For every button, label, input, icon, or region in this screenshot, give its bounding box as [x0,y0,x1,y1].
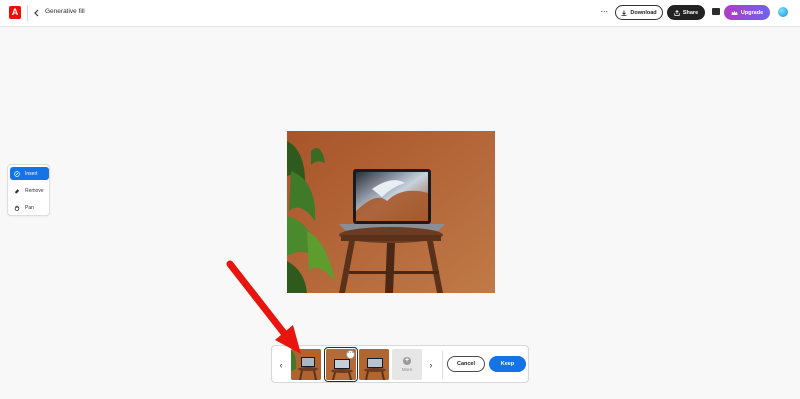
cancel-button[interactable]: Cancel [447,356,485,372]
plus-icon: + [403,357,411,365]
hand-icon [14,205,20,211]
page-title: Generative fill [45,8,85,15]
share-icon [674,9,680,16]
share-label: Share [682,9,699,16]
laptop-on-stool-photo [287,131,495,293]
more-variations-button[interactable]: + More [392,349,422,380]
download-icon [621,10,627,16]
tool-remove[interactable]: Remove [10,184,49,197]
more-variations-label: More [401,367,413,372]
tool-remove-label: Remove [25,187,44,194]
adobe-logo-icon[interactable]: A [9,6,21,19]
comment-icon[interactable] [712,8,720,15]
variations-bar: ‹ ··· + More › Cancel Keep [271,345,529,383]
insert-icon [14,170,20,177]
more-icon[interactable]: ··· [598,6,610,18]
tool-insert[interactable]: Insert [10,167,49,180]
variation-thumb-image [359,349,389,380]
tool-insert-label: Insert [25,170,38,177]
download-button[interactable]: Download [615,5,663,20]
variation-thumb-3[interactable] [359,349,389,380]
variation-thumb-2[interactable]: ··· [324,347,358,382]
variation-thumb-image [291,349,321,380]
share-button[interactable]: Share [667,5,705,20]
prev-variation-icon[interactable]: ‹ [276,358,286,372]
next-variation-icon[interactable]: › [426,358,436,372]
keep-button[interactable]: Keep [489,356,526,372]
variation-thumb-1[interactable] [291,349,321,380]
back-chevron-icon[interactable] [32,6,42,20]
header-divider [27,5,28,21]
canvas-image[interactable] [287,131,495,293]
upgrade-label: Upgrade [740,9,764,16]
eraser-icon [15,188,20,193]
tool-pan[interactable]: Pan [10,201,49,214]
tool-pan-label: Pan [25,204,34,211]
upgrade-button[interactable]: Upgrade [724,5,770,20]
avatar[interactable] [778,7,788,17]
variations-divider [442,351,443,379]
crown-icon [731,10,738,15]
tool-panel: Insert Remove Pan [7,164,50,216]
thumb-more-icon[interactable]: ··· [346,350,355,359]
download-label: Download [630,9,657,16]
app-header: A Generative fill ··· Download Share Upg… [0,0,800,27]
